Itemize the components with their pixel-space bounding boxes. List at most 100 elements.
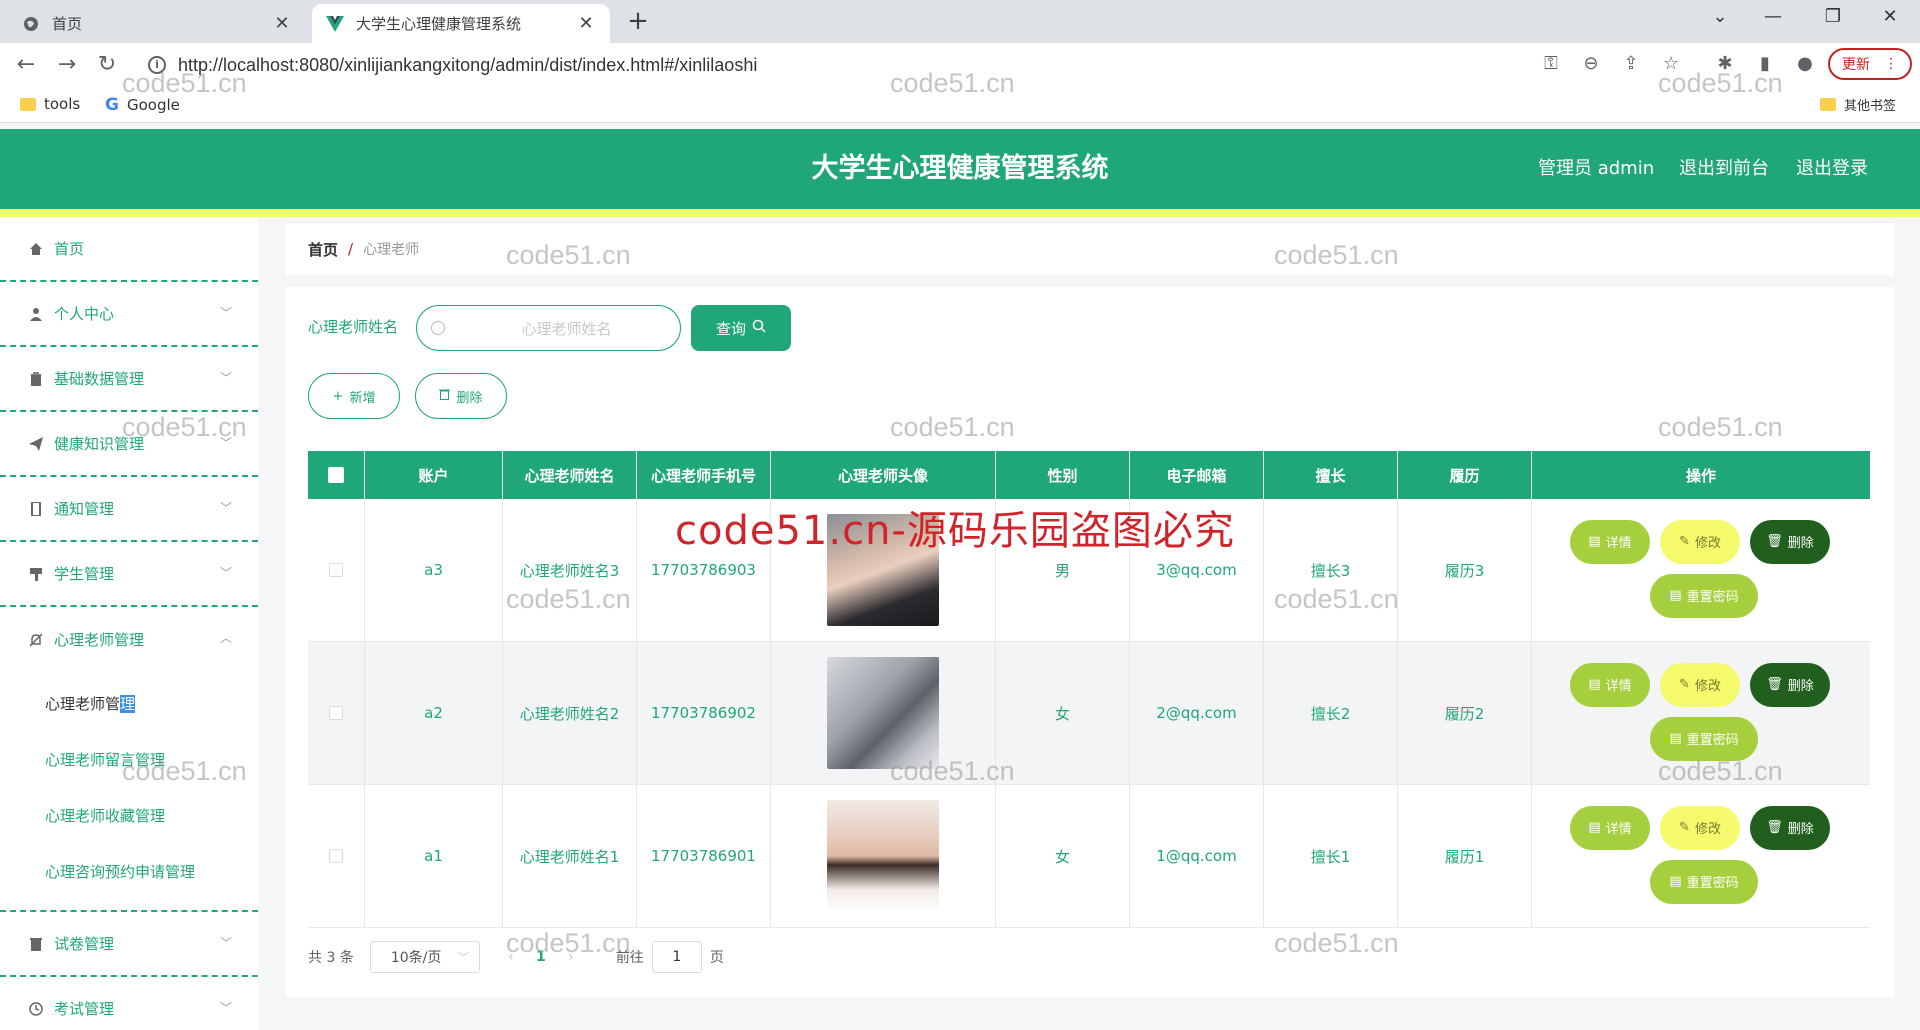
chevron-down-icon[interactable]: ⌄ (1700, 6, 1740, 27)
key-icon[interactable]: ⚿ (1540, 53, 1562, 75)
delete-button[interactable]: 🗑 删除 (1750, 805, 1830, 850)
cell-email: 1@qq.com (1130, 785, 1264, 927)
row-actions: ▤ 详情 ✎ 修改 🗑 删除 ▤ 重置密码 (1532, 785, 1870, 928)
cell-account: a3 (365, 499, 503, 641)
edit-button[interactable]: ✎ 修改 (1660, 662, 1740, 707)
reset-label: 重置密码 (1686, 876, 1739, 891)
sidepanel-icon[interactable]: ▮ (1754, 53, 1776, 75)
delete-icon (28, 936, 44, 952)
doc-icon: ▤ (1588, 534, 1601, 549)
extensions-icon[interactable]: ✱ (1714, 53, 1736, 75)
sidebar-item-exam-papers[interactable]: 试卷管理 ﹀ (0, 912, 258, 977)
browser-tab-active[interactable]: 大学生心理健康管理系统 ✕ (312, 4, 610, 43)
bookmarks-bar: tools G Google 其他书签 (0, 87, 1920, 123)
cell-account: a1 (365, 785, 503, 927)
doc-icon: ▤ (1669, 588, 1682, 603)
row-checkbox[interactable] (329, 563, 343, 577)
forward-icon[interactable]: → (53, 51, 81, 79)
sidebar-item-basic-data[interactable]: 基础数据管理 ﹀ (0, 347, 258, 412)
detail-label: 详情 (1605, 679, 1632, 694)
edit-button[interactable]: ✎ 修改 (1660, 805, 1740, 850)
reset-password-button[interactable]: ▤ 重置密码 (1650, 859, 1758, 904)
bookmark-tools[interactable]: tools (20, 95, 80, 113)
sidebar-item-notice[interactable]: 通知管理 ﹀ (0, 477, 258, 542)
minimize-icon[interactable]: — (1753, 6, 1793, 27)
close-icon[interactable]: ✕ (576, 13, 596, 34)
doc-icon: ▤ (1588, 677, 1601, 692)
update-button[interactable]: 更新 ⋮ (1828, 48, 1912, 80)
select-all-checkbox[interactable] (328, 467, 344, 483)
submenu-consult-booking[interactable]: 心理咨询预约申请管理 (0, 844, 258, 900)
row-checkbox[interactable] (329, 849, 343, 863)
bookmark-google[interactable]: G Google (105, 95, 180, 115)
detail-button[interactable]: ▤ 详情 (1570, 662, 1650, 707)
column-header: 心理老师头像 (771, 451, 996, 499)
column-header: 性别 (996, 451, 1130, 499)
star-icon[interactable]: ☆ (1660, 53, 1682, 75)
home-icon (28, 241, 44, 257)
cell-name: 心理老师姓名2 (503, 642, 637, 784)
sidebar-item-health-knowledge[interactable]: 健康知识管理 ﹀ (0, 412, 258, 477)
share-icon[interactable]: ⇪ (1620, 53, 1642, 75)
prev-page-icon[interactable]: ‹ (496, 949, 526, 965)
search-input[interactable]: 心理老师姓名 (416, 305, 681, 351)
search-placeholder: 心理老师姓名 (521, 319, 612, 338)
delete-button[interactable]: 🗑 删除 (1750, 662, 1830, 707)
delete-button[interactable]: 🗑 删除 (1750, 519, 1830, 564)
cell-resume: 履历1 (1398, 785, 1532, 927)
sidebar-item-teacher[interactable]: 心理老师管理 ︿ (0, 607, 258, 672)
reset-password-button[interactable]: ▤ 重置密码 (1650, 573, 1758, 618)
submenu-teacher-manage[interactable]: 心理老师管理 (0, 676, 258, 732)
submenu-teacher-messages[interactable]: 心理老师留言管理 (0, 732, 258, 788)
url-text: http://localhost:8080/xinlijiankangxiton… (178, 54, 758, 75)
sidebar-item-home[interactable]: 首页 (0, 217, 258, 282)
goto-page-input[interactable]: 1 (651, 941, 702, 973)
tab-label: 首页 (52, 15, 83, 33)
new-tab-icon[interactable]: + (624, 8, 652, 36)
submenu-teacher-favorites[interactable]: 心理老师收藏管理 (0, 788, 258, 844)
avatar (827, 800, 939, 912)
zoom-icon[interactable]: ⊖ (1580, 53, 1602, 75)
column-header: 心理老师手机号 (637, 451, 771, 499)
brush-icon (28, 566, 44, 582)
reset-password-button[interactable]: ▤ 重置密码 (1650, 716, 1758, 761)
detail-label: 详情 (1605, 822, 1632, 837)
column-header: 心理老师姓名 (503, 451, 637, 499)
page-number[interactable]: 1 (526, 949, 556, 965)
row-checkbox[interactable] (329, 706, 343, 720)
cell-specialty: 擅长1 (1264, 785, 1398, 927)
sidebar: 首页 个人中心 ﹀ 基础数据管理 ﹀ 健康知识管理 ﹀ 通知管理 ﹀ 学生管理 … (0, 217, 258, 1030)
restore-icon[interactable]: ❐ (1813, 6, 1853, 27)
bookmark-other[interactable]: 其他书签 (1820, 95, 1896, 114)
browser-tab-home[interactable]: 首页 ✕ (8, 4, 306, 43)
logout-link[interactable]: 退出登录 (1796, 129, 1868, 209)
goto-suffix: 页 (709, 950, 724, 966)
bulk-delete-button[interactable]: 删除 (415, 373, 507, 419)
edit-button[interactable]: ✎ 修改 (1660, 519, 1740, 564)
trash-icon: 🗑 (1766, 677, 1783, 692)
info-icon[interactable]: i (148, 56, 166, 74)
sidebar-item-profile[interactable]: 个人中心 ﹀ (0, 282, 258, 347)
close-icon[interactable]: ✕ (272, 13, 292, 34)
reset-label: 重置密码 (1686, 590, 1739, 605)
page-size-select[interactable]: 10条/页 ﹀ (369, 941, 480, 973)
detail-button[interactable]: ▤ 详情 (1570, 805, 1650, 850)
window-close-icon[interactable]: ✕ (1870, 6, 1910, 27)
add-button[interactable]: + 新增 (308, 373, 400, 419)
pencil-icon: ✎ (1679, 534, 1690, 549)
delete-label: 删除 (1787, 822, 1814, 837)
cell-phone: 17703786901 (637, 785, 771, 927)
back-to-front-link[interactable]: 退出到前台 (1679, 129, 1769, 209)
next-page-icon[interactable]: › (556, 949, 586, 965)
detail-button[interactable]: ▤ 详情 (1570, 519, 1650, 564)
profile-icon[interactable]: ● (1794, 53, 1816, 75)
breadcrumb-home[interactable]: 首页 (308, 239, 338, 260)
sidebar-item-student[interactable]: 学生管理 ﹀ (0, 542, 258, 607)
query-button[interactable]: 查询 (691, 305, 791, 351)
phone-icon (28, 501, 44, 517)
reload-icon[interactable]: ↻ (93, 51, 121, 79)
back-icon[interactable]: ← (12, 51, 40, 79)
add-label: 新增 (349, 390, 376, 406)
sidebar-item-exams[interactable]: 考试管理 ﹀ (0, 977, 258, 1030)
sidebar-item-label: 个人中心 (54, 305, 115, 323)
